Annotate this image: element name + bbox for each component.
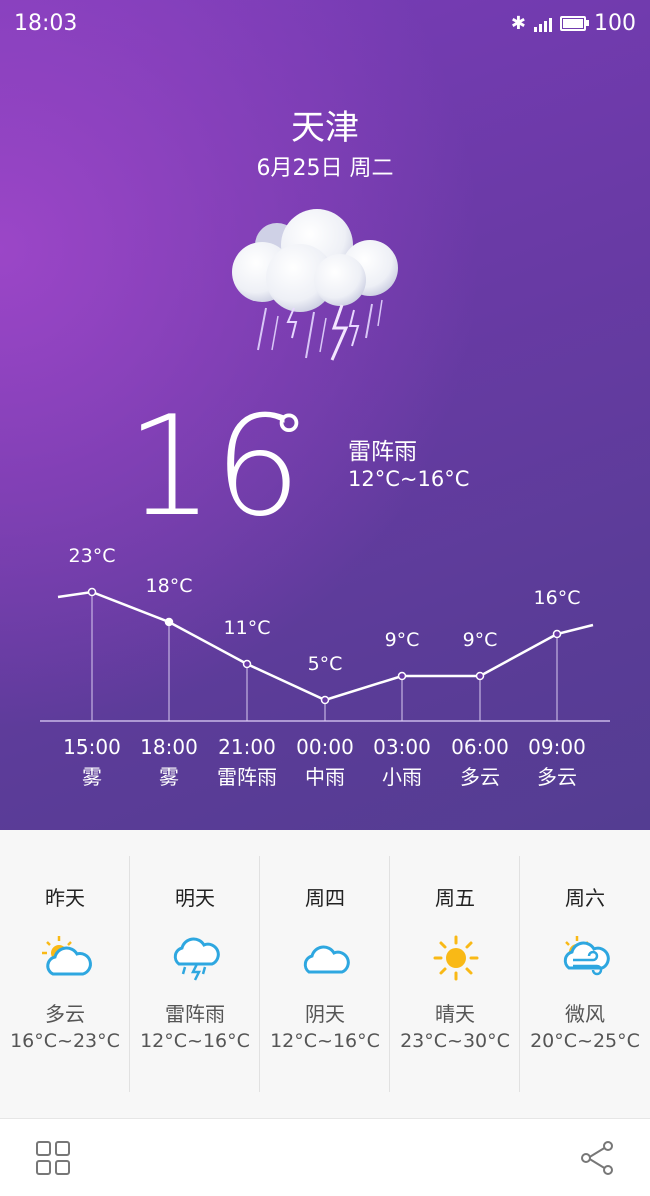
day-condition: 雷阵雨	[165, 1002, 225, 1026]
temperature-point	[242, 659, 252, 669]
forecast-day[interactable]: 周五 晴天 23°C~30°C	[390, 830, 520, 1118]
forecast-day[interactable]: 周六 微风 20°C~25°C	[520, 830, 650, 1118]
hour-label: 21:00	[218, 735, 276, 759]
temperature-point	[552, 629, 562, 639]
hour-label: 03:00	[373, 735, 431, 759]
hour-condition-label: 多云	[537, 765, 577, 789]
day-name: 周五	[435, 886, 475, 910]
temperature-label: 11°C	[224, 617, 271, 639]
temperature-series-line	[57, 590, 594, 702]
forecast-day[interactable]: 周四 阴天 12°C~16°C	[260, 830, 390, 1118]
battery-level: 100	[594, 11, 636, 36]
degree-symbol: °	[274, 403, 304, 473]
day-range: 12°C~16°C	[140, 1030, 250, 1052]
thunder-rain-icon	[173, 937, 220, 981]
day-range: 12°C~16°C	[270, 1030, 380, 1052]
cloudy-icon	[303, 945, 350, 974]
weather-header: 18:03 ✱ 100 天津 6月25日 周二 16 ° 雷阵雨 12°C~16…	[0, 0, 650, 830]
bluetooth-icon: ✱	[510, 13, 526, 34]
temperature-point	[164, 617, 174, 627]
thunderstorm-cloud-icon	[232, 209, 398, 361]
day-condition: 微风	[565, 1002, 605, 1026]
status-time: 18:03	[14, 11, 78, 36]
temperature-point	[475, 671, 485, 681]
hour-label: 00:00	[296, 735, 354, 759]
hour-label: 06:00	[451, 735, 509, 759]
day-condition: 晴天	[435, 1002, 475, 1026]
hourly-temperature-chart: 23°C 15:00 雾 18°C 18:00 雾 11°C 21:00 雷阵雨 5°C 00:00…	[40, 545, 610, 789]
day-range: 20°C~25°C	[530, 1030, 640, 1052]
hour-condition-label: 雾	[159, 765, 179, 789]
temperature-point	[320, 695, 330, 705]
day-condition: 多云	[45, 1002, 85, 1026]
temperature-label: 23°C	[69, 545, 116, 567]
breeze-icon	[563, 936, 610, 976]
hour-condition-label: 雷阵雨	[217, 765, 277, 789]
day-condition: 阴天	[305, 1002, 345, 1026]
city-name[interactable]: 天津	[0, 100, 650, 149]
hour-condition-label: 中雨	[305, 765, 345, 789]
signal-icon	[534, 16, 552, 32]
temperature-label: 16°C	[534, 587, 581, 609]
hour-condition-label: 小雨	[382, 765, 422, 789]
temperature-point	[87, 587, 97, 597]
partly-cloudy-icon	[42, 936, 92, 976]
day-name: 周六	[565, 886, 605, 910]
day-range: 16°C~23°C	[10, 1030, 120, 1052]
battery-icon	[560, 16, 589, 31]
temperature-point	[397, 671, 407, 681]
share-icon[interactable]	[578, 1139, 616, 1177]
day-name: 明天	[175, 886, 215, 910]
forecast-day[interactable]: 昨天 多云 16°C~23°C	[0, 830, 130, 1118]
day-name: 周四	[305, 886, 345, 910]
current-range: 12°C~16°C	[348, 467, 470, 491]
current-condition: 雷阵雨	[348, 439, 417, 465]
date-label: 6月25日 周二	[256, 156, 394, 181]
hour-label: 09:00	[528, 735, 586, 759]
bottom-toolbar	[0, 1118, 650, 1196]
day-range: 23°C~30°C	[400, 1030, 510, 1052]
forecast-day[interactable]: 明天 雷阵雨 12°C~16°C	[130, 830, 260, 1118]
hour-condition-label: 雾	[82, 765, 102, 789]
temperature-label: 18°C	[146, 575, 193, 597]
sunny-icon	[433, 935, 479, 981]
temperature-label: 9°C	[385, 629, 420, 651]
day-name: 昨天	[45, 886, 85, 910]
daily-forecast: 昨天 多云 16°C~23°C 明天 雷阵雨 12°C~16°C 周四 阴天 1…	[0, 830, 650, 1118]
hour-label: 15:00	[63, 735, 121, 759]
temperature-label: 5°C	[308, 653, 343, 675]
temperature-label: 9°C	[463, 629, 498, 651]
grid-icon[interactable]	[36, 1141, 70, 1175]
status-bar: 18:03 ✱ 100	[0, 0, 650, 50]
hour-label: 18:00	[140, 735, 198, 759]
hour-condition-label: 多云	[460, 765, 500, 789]
